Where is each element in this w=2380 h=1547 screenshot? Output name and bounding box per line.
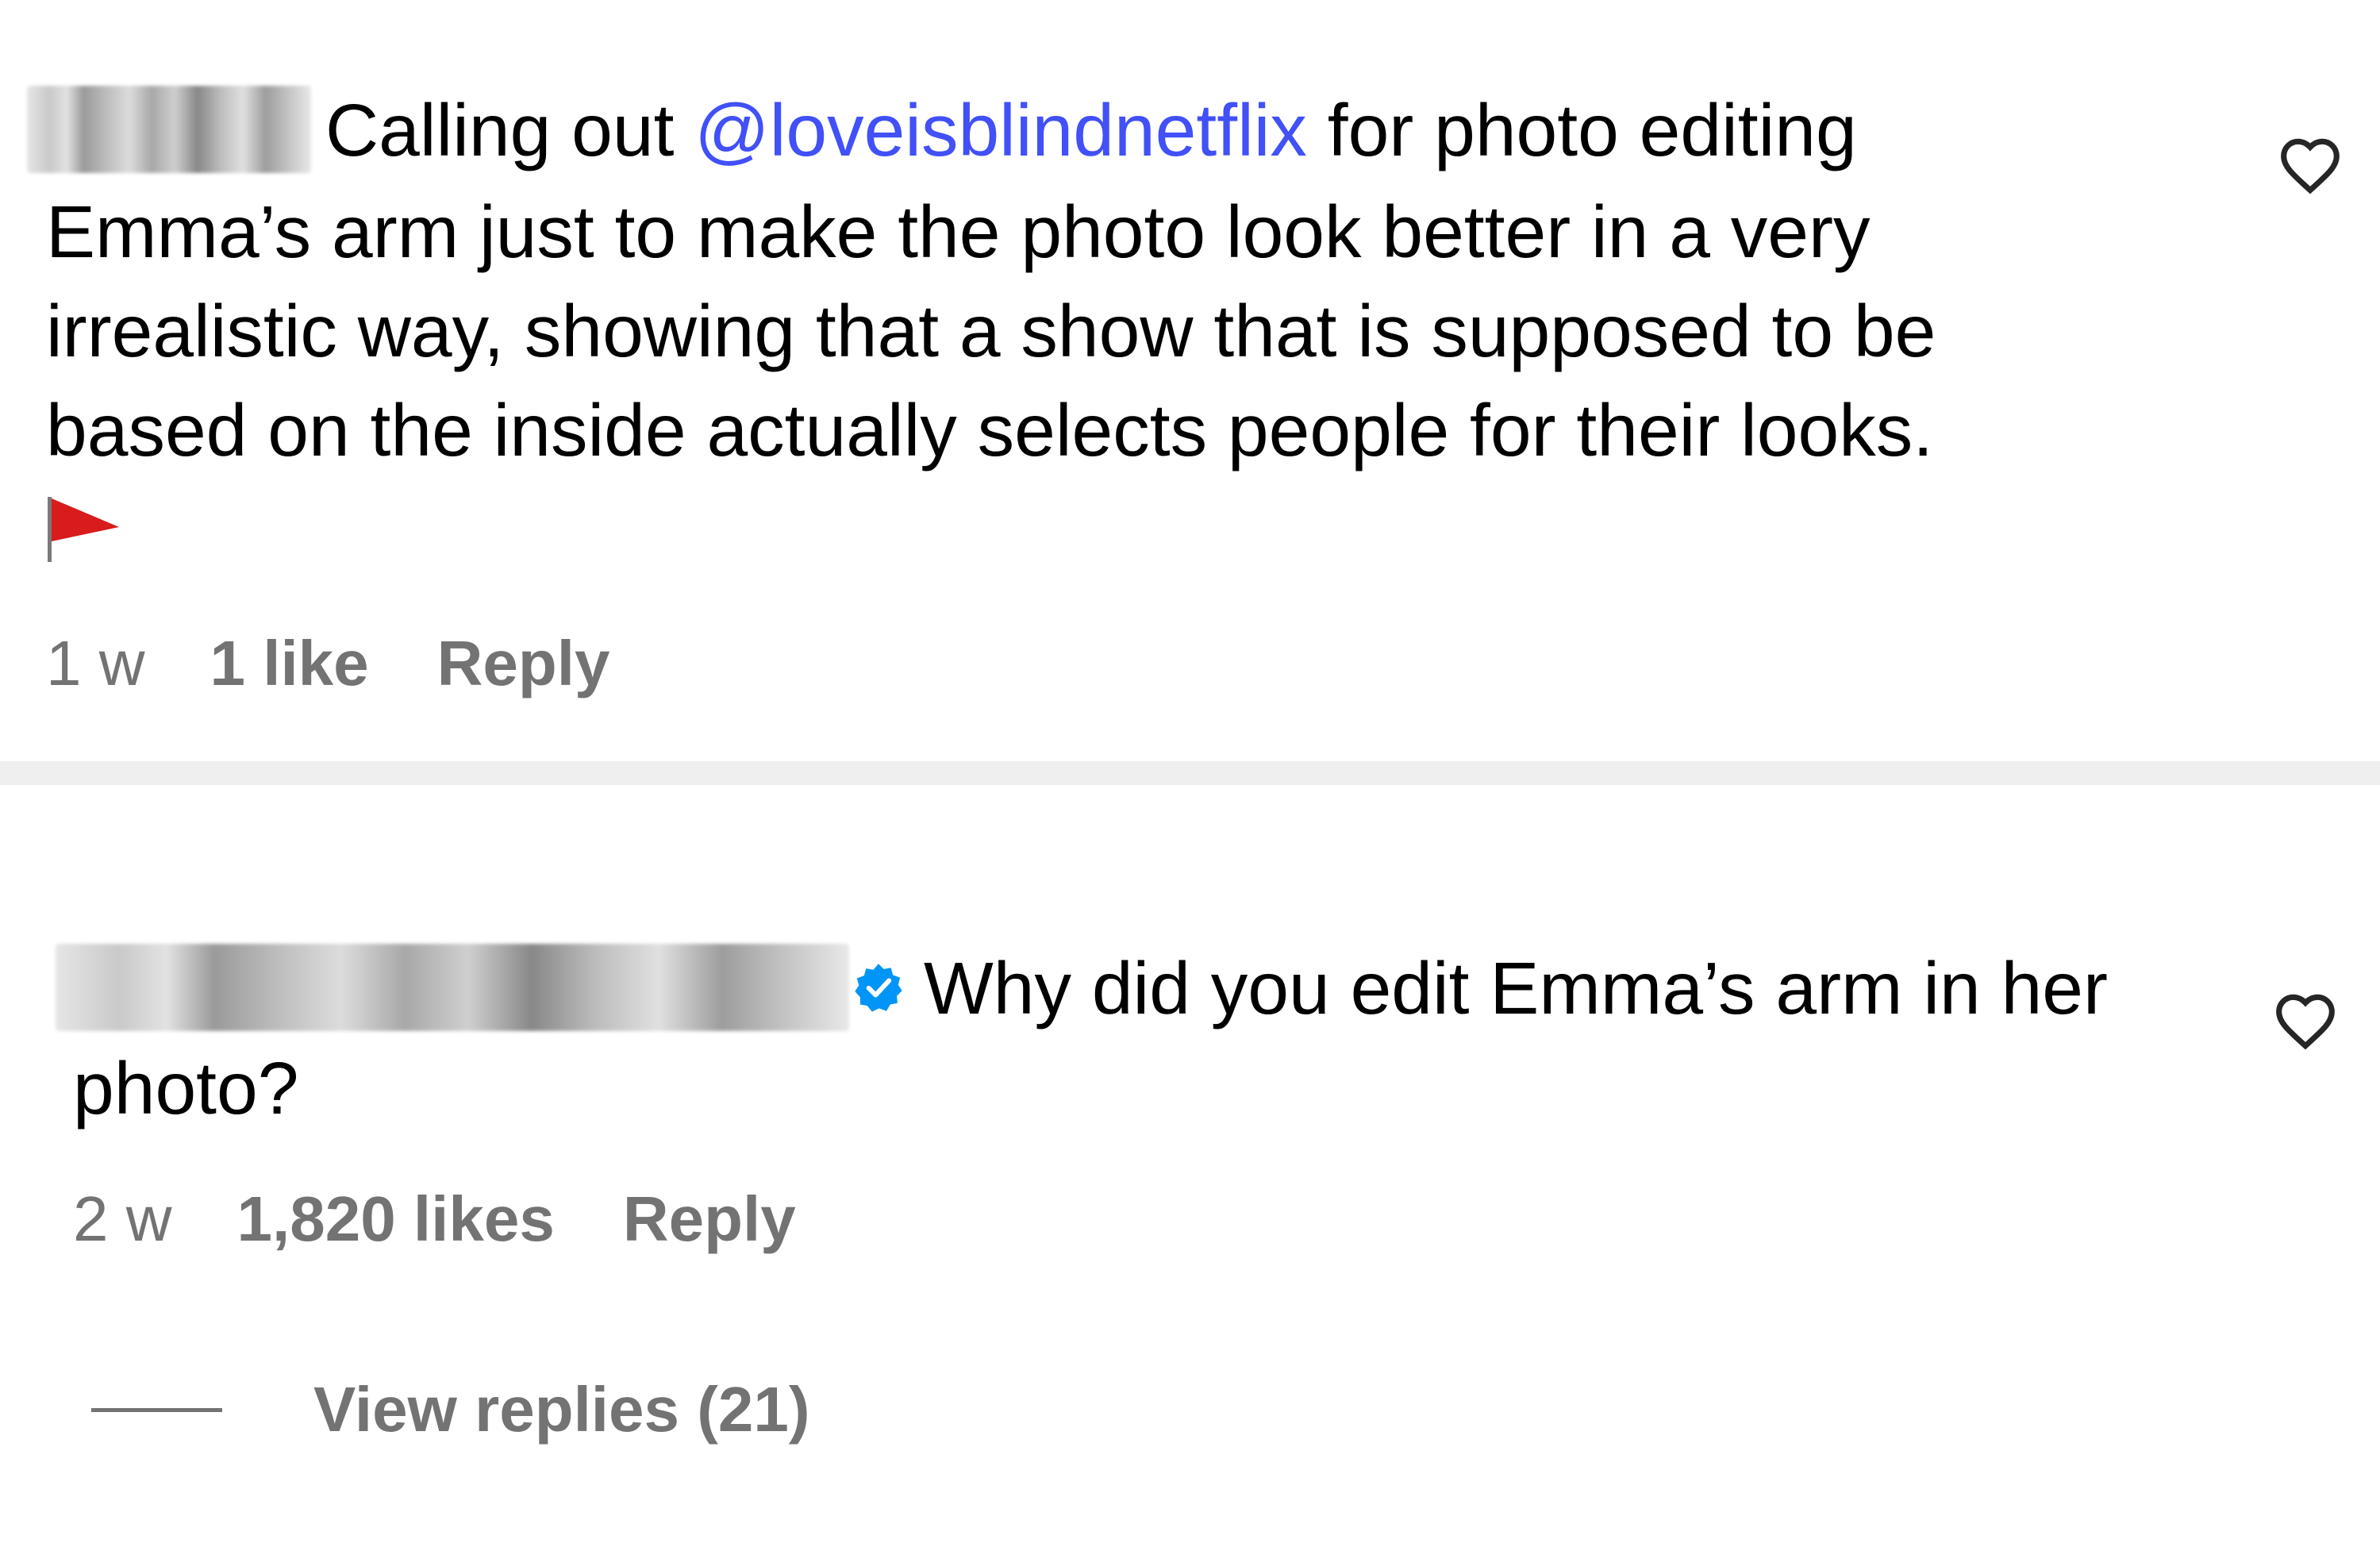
comment-1-lead-text: Calling out <box>325 89 695 171</box>
view-replies-label: View replies (21) <box>313 1374 810 1445</box>
comment-2-line-2: photo? <box>73 1047 299 1129</box>
comment-1-body: Calling out @loveisblindnetflix for phot… <box>27 81 2170 180</box>
comment-2-likes[interactable]: 1,820 likes <box>237 1183 555 1256</box>
heart-outline-icon[interactable] <box>2276 133 2344 195</box>
comment-1-likes[interactable]: 1 like <box>210 627 369 700</box>
comment-1-reply-button[interactable]: Reply <box>437 627 610 700</box>
comment-1-line-3: irrealistic way, showing that a show tha… <box>46 290 1936 372</box>
comment-2-meta: 2 w 1,820 likes Reply <box>73 1183 796 1256</box>
view-replies-line <box>91 1407 222 1412</box>
comment-2-line-1: Why did you edit Emma’s arm in her <box>924 947 2108 1029</box>
comment-1-line-4: based on the inside actually selects peo… <box>46 389 1934 471</box>
comment-1-meta: 1 w 1 like Reply <box>46 627 610 700</box>
comment-1-username-redacted[interactable] <box>27 86 311 174</box>
comment-1-mention-link[interactable]: @loveisblindnetflix <box>694 89 1307 171</box>
comment-2-username-redacted[interactable] <box>56 944 849 1032</box>
comment-1-line1-rest: for photo editing <box>1306 89 1857 171</box>
red-flag-icon <box>48 497 119 562</box>
comment-2-body: Why did you edit Emma’s arm in her <box>56 939 2198 1038</box>
comment-1-time: 1 w <box>46 628 145 698</box>
comment-divider <box>0 761 2380 785</box>
heart-outline-icon[interactable] <box>2271 989 2340 1051</box>
comment-1-line-2: Emma’s arm just to make the photo look b… <box>46 190 1871 273</box>
verified-badge-icon <box>855 964 902 1012</box>
comment-2-time: 2 w <box>73 1183 172 1254</box>
comment-2-reply-button[interactable]: Reply <box>623 1183 796 1256</box>
view-replies-button[interactable]: View replies (21) <box>91 1373 810 1446</box>
